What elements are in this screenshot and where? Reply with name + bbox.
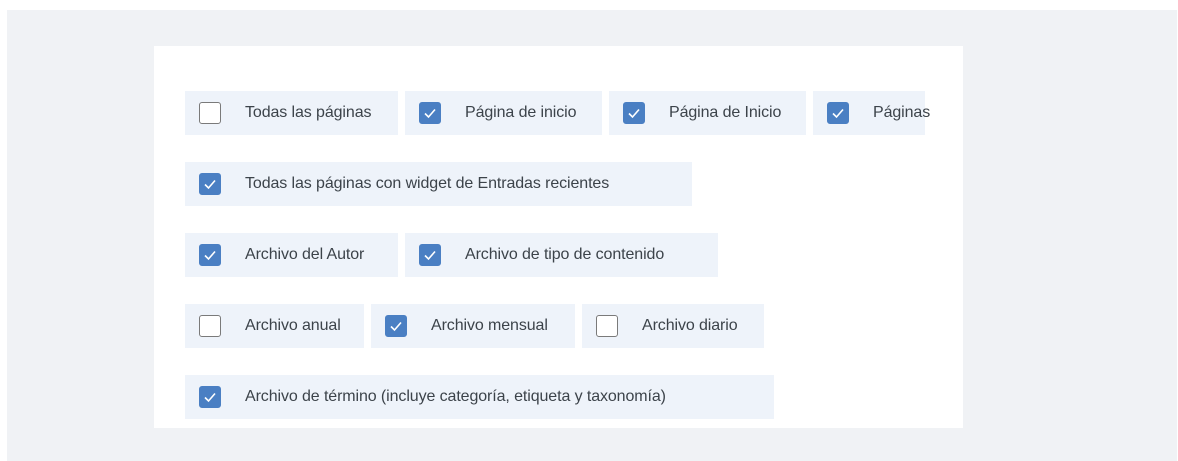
option-paginas[interactable]: Páginas <box>813 91 930 135</box>
checkbox-checked[interactable] <box>385 315 407 337</box>
option-pagina-de-inicio[interactable]: Página de inicio <box>405 91 602 135</box>
checkmark-icon <box>832 108 844 119</box>
checkbox-checked[interactable] <box>199 244 221 266</box>
option-label: Archivo diario <box>642 317 738 334</box>
option-label: Todas las páginas con widget de Entradas… <box>245 175 610 192</box>
option-archivo-tipo-contenido[interactable]: Archivo de tipo de contenido <box>405 233 718 277</box>
checkmark-icon <box>204 179 216 190</box>
page-background: Todas las páginas Página de inicio Págin… <box>7 10 1177 461</box>
option-label: Archivo mensual <box>431 317 548 334</box>
option-archivo-anual[interactable]: Archivo anual <box>185 304 364 348</box>
checkmark-icon <box>204 392 216 403</box>
options-row-4: Archivo anual Archivo mensual Archivo di… <box>185 304 764 348</box>
option-label: Página de Inicio <box>669 104 782 121</box>
checkmark-icon <box>204 250 216 261</box>
checkbox[interactable] <box>199 315 221 337</box>
visibility-options-panel: Todas las páginas Página de inicio Págin… <box>154 46 963 428</box>
option-label: Archivo anual <box>245 317 341 334</box>
checkbox-checked[interactable] <box>419 244 441 266</box>
option-label: Archivo de término (incluye categoría, e… <box>245 388 666 405</box>
options-row-2: Todas las páginas con widget de Entradas… <box>185 162 692 206</box>
option-label: Página de inicio <box>465 104 577 121</box>
options-row-3: Archivo del Autor Archivo de tipo de con… <box>185 233 718 277</box>
options-row-5: Archivo de término (incluye categoría, e… <box>185 375 774 419</box>
checkmark-icon <box>390 321 402 332</box>
checkbox-checked[interactable] <box>199 173 221 195</box>
option-archivo-del-autor[interactable]: Archivo del Autor <box>185 233 398 277</box>
option-widget-entradas-recientes[interactable]: Todas las páginas con widget de Entradas… <box>185 162 692 206</box>
option-label: Páginas <box>873 104 931 121</box>
options-row-1: Todas las páginas Página de inicio Págin… <box>185 91 930 135</box>
option-label: Archivo del Autor <box>245 246 365 263</box>
checkbox-checked[interactable] <box>199 386 221 408</box>
checkbox-checked[interactable] <box>419 102 441 124</box>
checkmark-icon <box>628 108 640 119</box>
checkbox[interactable] <box>596 315 618 337</box>
option-todas-las-paginas[interactable]: Todas las páginas <box>185 91 398 135</box>
option-archivo-diario[interactable]: Archivo diario <box>582 304 764 348</box>
option-archivo-mensual[interactable]: Archivo mensual <box>371 304 575 348</box>
checkmark-icon <box>424 108 436 119</box>
checkbox[interactable] <box>199 102 221 124</box>
option-label: Todas las páginas <box>245 104 372 121</box>
checkbox-checked[interactable] <box>827 102 849 124</box>
option-archivo-de-termino[interactable]: Archivo de término (incluye categoría, e… <box>185 375 774 419</box>
checkbox-checked[interactable] <box>623 102 645 124</box>
checkmark-icon <box>424 250 436 261</box>
option-pagina-de-inicio-2[interactable]: Página de Inicio <box>609 91 806 135</box>
option-label: Archivo de tipo de contenido <box>465 246 665 263</box>
